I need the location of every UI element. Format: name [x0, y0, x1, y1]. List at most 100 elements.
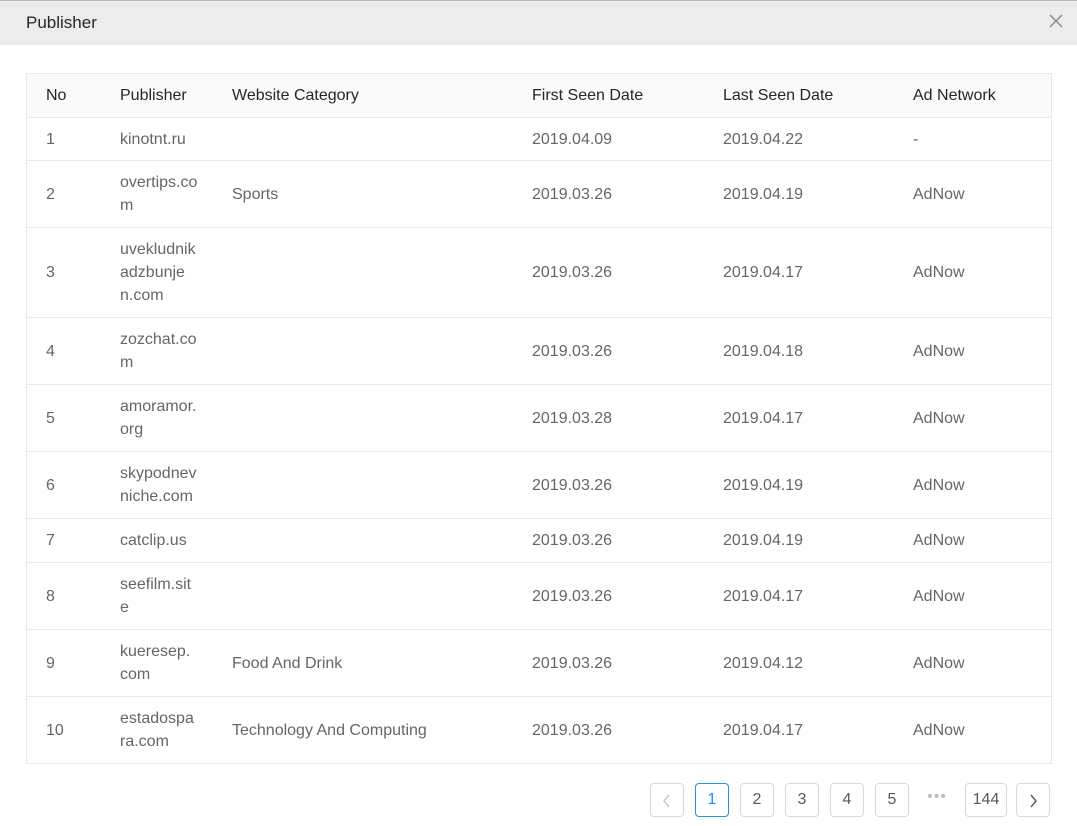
column-header-category[interactable]: Website Category — [232, 74, 532, 118]
table-row: 10 estadospara.com Technology And Computin… — [27, 696, 1051, 764]
cell-last-seen: 2019.04.17 — [723, 562, 913, 630]
cell-first-seen: 2019.04.09 — [532, 117, 723, 161]
column-header-publisher[interactable]: Publisher — [120, 74, 232, 118]
cell-last-seen: 2019.04.19 — [723, 160, 913, 228]
cell-first-seen: 2019.03.26 — [532, 451, 723, 519]
cell-last-seen: 2019.04.17 — [723, 384, 913, 452]
cell-ad-network: AdNow — [913, 562, 1051, 630]
publisher-link[interactable]: zozchat.com — [120, 328, 198, 374]
publisher-modal: Publisher No Publisher Website Category … — [0, 0, 1077, 826]
prev-page-button[interactable] — [650, 783, 684, 817]
cell-ad-network: AdNow — [913, 696, 1051, 764]
table-row: 3 uvekludnikadzbunjen.com 2019.03.26 2019.0… — [27, 227, 1051, 318]
cell-category — [232, 117, 532, 161]
table-row: 9 kueresep.com Food And Drink 2019.03.26 201… — [27, 629, 1051, 697]
cell-publisher: amoramor.org — [120, 384, 232, 452]
cell-category — [232, 384, 532, 452]
cell-last-seen: 2019.04.18 — [723, 317, 913, 385]
cell-first-seen: 2019.03.26 — [532, 518, 723, 563]
table-row: 4 zozchat.com 2019.03.26 2019.04.18 AdNow — [27, 317, 1051, 385]
publisher-link[interactable]: uvekludnikadzbunjen.com — [120, 238, 198, 307]
publisher-link[interactable]: kinotnt.ru — [120, 128, 198, 151]
cell-publisher: kueresep.com — [120, 629, 232, 697]
cell-category — [232, 562, 532, 630]
cell-publisher: overtips.com — [120, 160, 232, 228]
cell-category: Technology And Computing — [232, 696, 532, 764]
cell-last-seen: 2019.04.19 — [723, 518, 913, 563]
cell-no: 7 — [27, 518, 120, 563]
cell-category — [232, 227, 532, 318]
cell-first-seen: 2019.03.28 — [532, 384, 723, 452]
close-icon[interactable] — [1047, 12, 1065, 30]
page-button-3[interactable]: 3 — [785, 783, 819, 817]
publisher-link[interactable]: catclip.us — [120, 529, 198, 552]
cell-first-seen: 2019.03.26 — [532, 629, 723, 697]
cell-ad-network: AdNow — [913, 160, 1051, 228]
table-row: 1 kinotnt.ru 2019.04.09 2019.04.22- — [27, 117, 1051, 161]
cell-no: 3 — [27, 227, 120, 318]
cell-category — [232, 451, 532, 519]
publisher-table: No Publisher Website Category First Seen… — [26, 73, 1052, 764]
cell-no: 5 — [27, 384, 120, 452]
table-row: 8 seefilm.site 2019.03.26 2019.04.17 AdNow — [27, 562, 1051, 630]
chevron-left-icon — [663, 794, 670, 808]
cell-publisher: skypodnevniche.com — [120, 451, 232, 519]
cell-category — [232, 518, 532, 563]
cell-category — [232, 317, 532, 385]
table-row: 6 skypodnevniche.com 2019.03.26 2019.04.19 A… — [27, 451, 1051, 519]
column-header-no[interactable]: No — [27, 74, 120, 118]
cell-category: Sports — [232, 160, 532, 228]
cell-no: 8 — [27, 562, 120, 630]
publisher-link[interactable]: overtips.com — [120, 171, 198, 217]
publisher-link[interactable]: estadospara.com — [120, 707, 198, 753]
page-ellipsis[interactable]: ••• — [920, 783, 954, 817]
cell-ad-network: AdNow — [913, 629, 1051, 697]
modal-header: Publisher — [0, 0, 1077, 45]
cell-publisher: catclip.us — [120, 518, 232, 563]
publisher-link[interactable]: amoramor.org — [120, 395, 198, 441]
table-row: 2 overtips.com Sports 2019.03.26 2019.04.19 A… — [27, 160, 1051, 228]
chevron-right-icon — [1030, 794, 1037, 808]
publisher-link[interactable]: skypodnevniche.com — [120, 462, 198, 508]
publisher-link[interactable]: seefilm.site — [120, 573, 198, 619]
column-header-last-seen[interactable]: Last Seen Date — [723, 74, 913, 118]
table-header-row: No Publisher Website Category First Seen… — [27, 74, 1051, 118]
cell-ad-network: AdNow — [913, 227, 1051, 318]
cell-no: 10 — [27, 696, 120, 764]
cell-no: 4 — [27, 317, 120, 385]
cell-ad-network: - — [913, 117, 1051, 161]
cell-last-seen: 2019.04.22 — [723, 117, 913, 161]
cell-ad-network: AdNow — [913, 317, 1051, 385]
cell-publisher: seefilm.site — [120, 562, 232, 630]
column-header-first-seen[interactable]: First Seen Date — [532, 74, 723, 118]
page-button-last[interactable]: 144 — [965, 783, 1007, 817]
cell-first-seen: 2019.03.26 — [532, 562, 723, 630]
modal-title: Publisher — [26, 13, 97, 32]
cell-publisher: kinotnt.ru — [120, 117, 232, 161]
cell-no: 2 — [27, 160, 120, 228]
page-button-1[interactable]: 1 — [695, 783, 729, 817]
page-button-4[interactable]: 4 — [830, 783, 864, 817]
cell-first-seen: 2019.03.26 — [532, 696, 723, 764]
page-button-2[interactable]: 2 — [740, 783, 774, 817]
cell-no: 1 — [27, 117, 120, 161]
cell-last-seen: 2019.04.12 — [723, 629, 913, 697]
column-header-ad-network[interactable]: Ad Network — [913, 74, 1051, 118]
page-button-5[interactable]: 5 — [875, 783, 909, 817]
cell-first-seen: 2019.03.26 — [532, 317, 723, 385]
cell-first-seen: 2019.03.26 — [532, 160, 723, 228]
cell-first-seen: 2019.03.26 — [532, 227, 723, 318]
cell-no: 9 — [27, 629, 120, 697]
cell-publisher: uvekludnikadzbunjen.com — [120, 227, 232, 318]
publisher-link[interactable]: kueresep.com — [120, 640, 198, 686]
cell-ad-network: AdNow — [913, 451, 1051, 519]
cell-last-seen: 2019.04.17 — [723, 227, 913, 318]
cell-last-seen: 2019.04.17 — [723, 696, 913, 764]
cell-publisher: zozchat.com — [120, 317, 232, 385]
cell-ad-network: AdNow — [913, 518, 1051, 563]
cell-publisher: estadospara.com — [120, 696, 232, 764]
table-row: 7 catclip.us 2019.03.26 2019.04.19 AdNow — [27, 518, 1051, 563]
cell-ad-network: AdNow — [913, 384, 1051, 452]
cell-last-seen: 2019.04.19 — [723, 451, 913, 519]
next-page-button[interactable] — [1016, 783, 1050, 817]
